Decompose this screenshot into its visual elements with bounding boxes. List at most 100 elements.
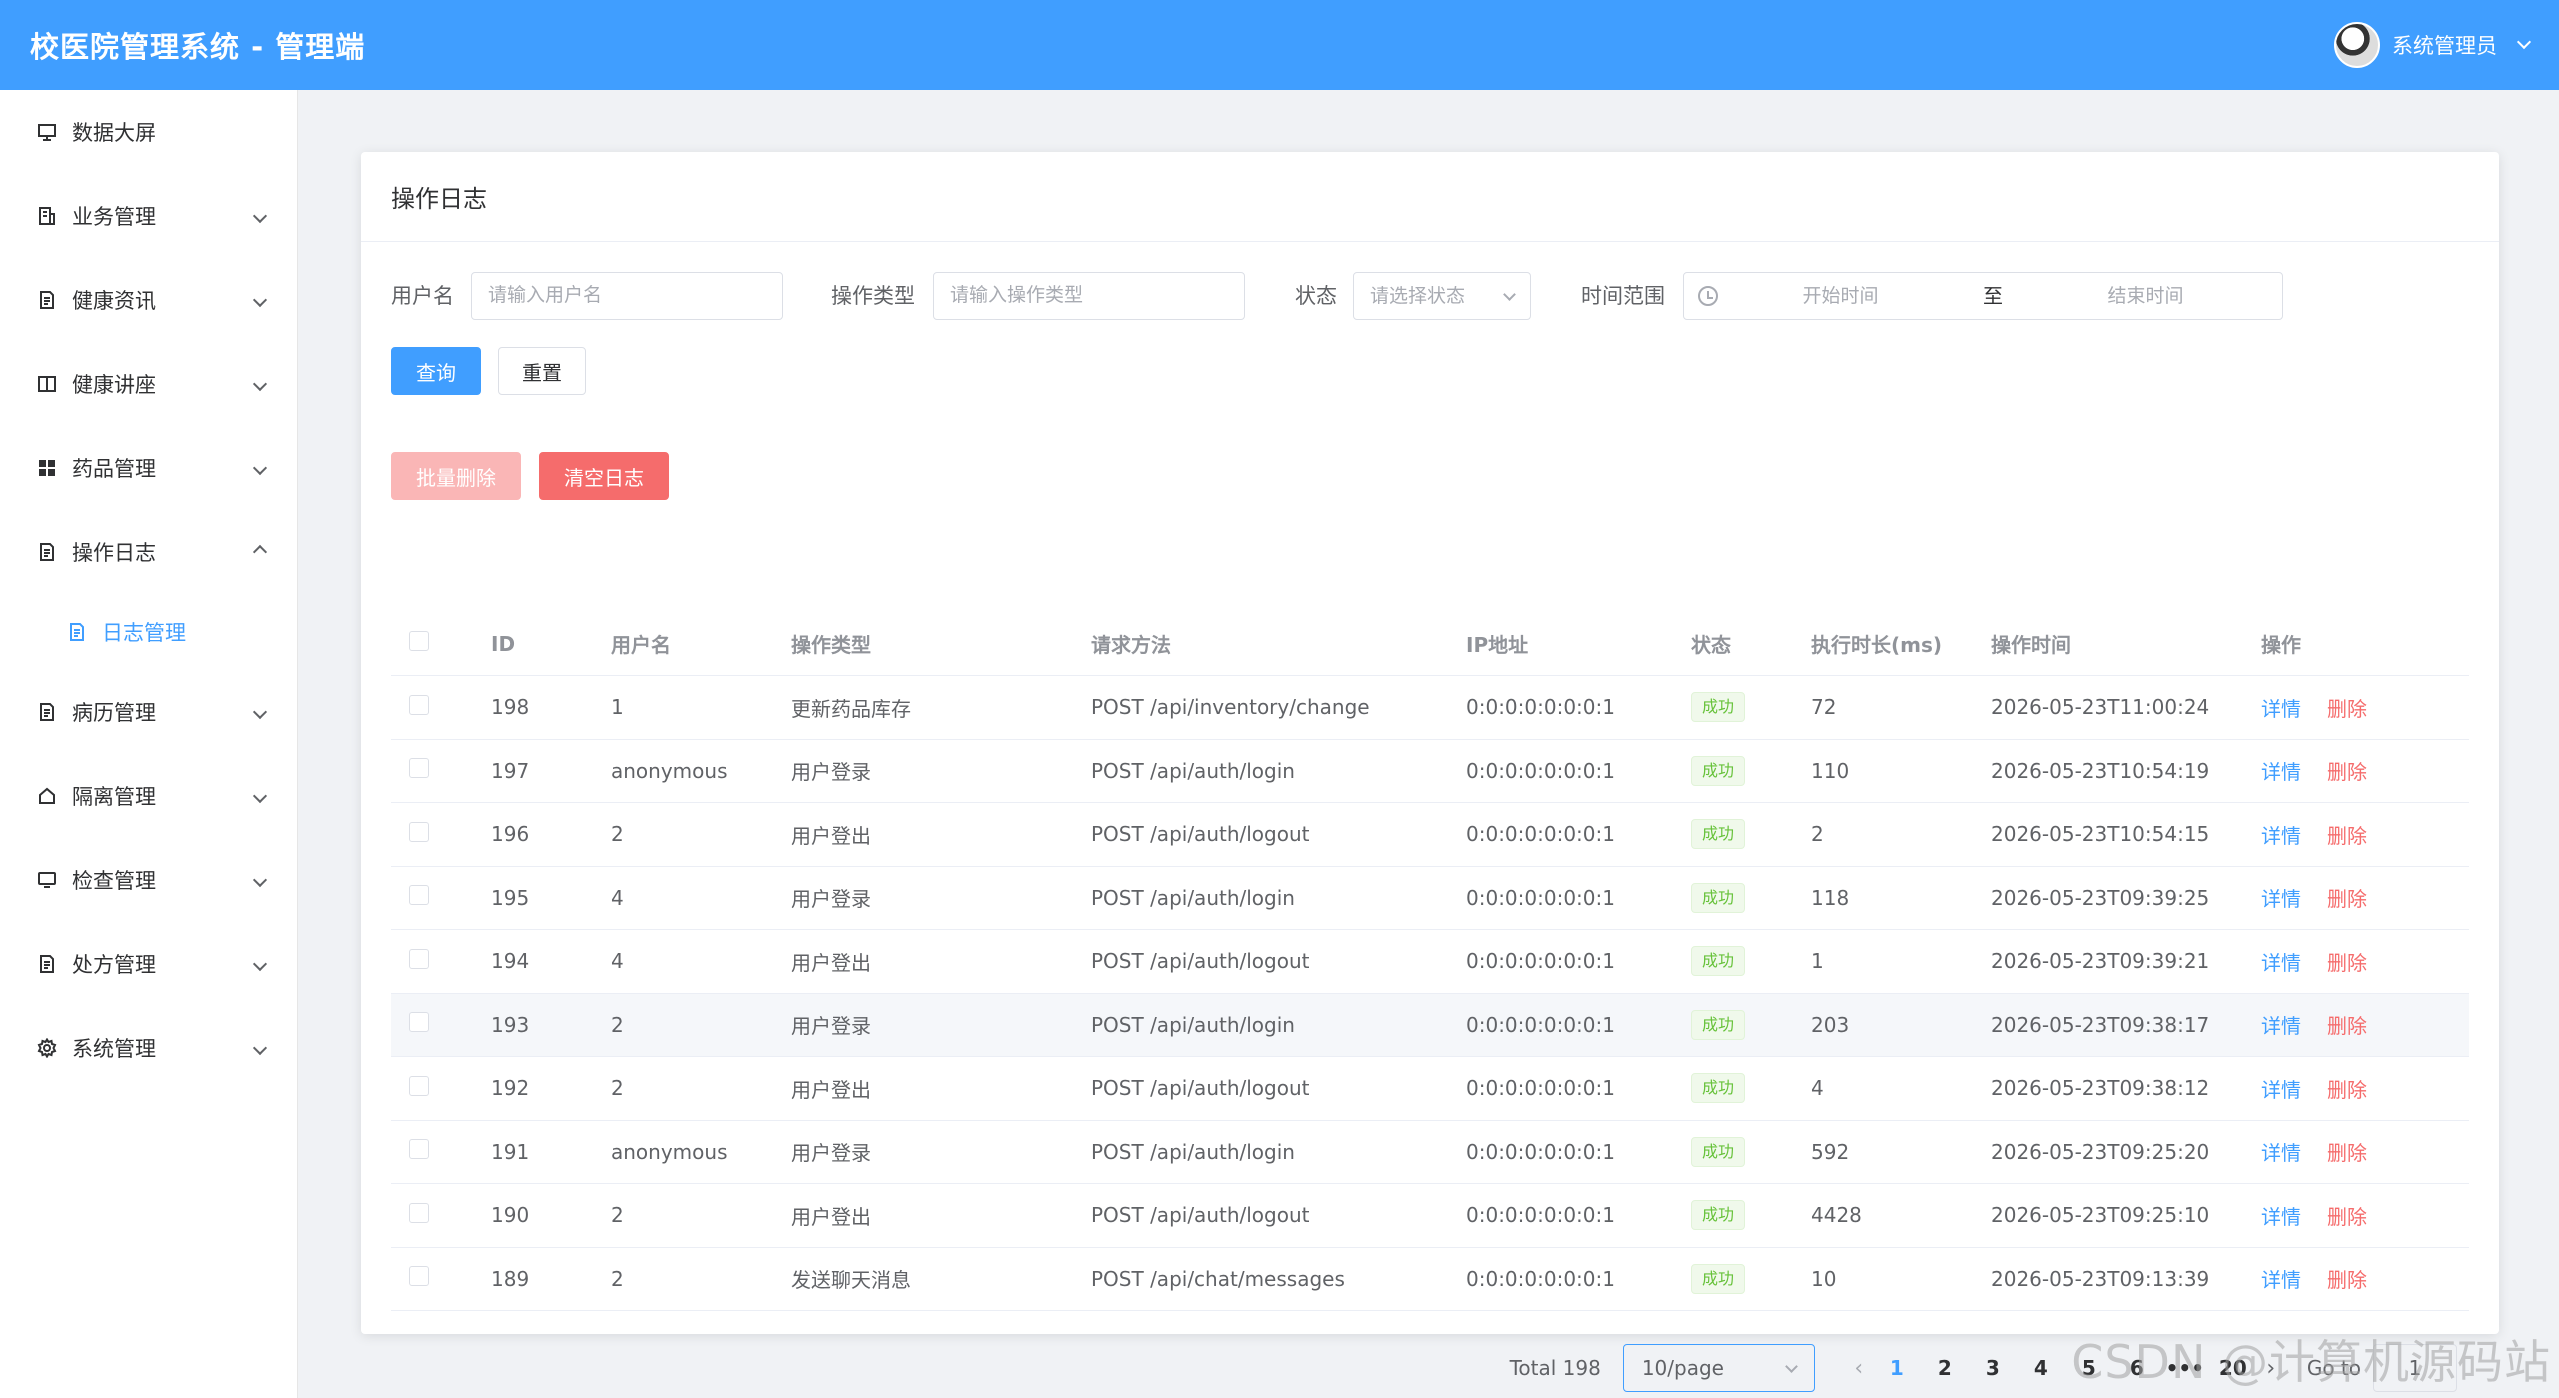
status-badge: 成功 <box>1691 1200 1746 1231</box>
detail-link[interactable]: 详情 <box>2261 1078 2301 1102</box>
col-header-ops: 操作 <box>2261 633 2301 657</box>
search-button[interactable]: 查询 <box>391 347 481 395</box>
sidebar-item-0[interactable]: 数据大屏 <box>0 90 297 174</box>
table-row[interactable]: 193 2 用户登录 POST /api/auth/login 0:0:0:0:0:0:… <box>391 993 2469 1057</box>
row-select-cell <box>391 694 491 720</box>
sidebar-item-8[interactable]: 检查管理 <box>0 838 297 922</box>
status-badge: 成功 <box>1691 1136 1746 1167</box>
sidebar-item-10[interactable]: 系统管理 <box>0 1006 297 1090</box>
sidebar-item-label: 病历管理 <box>72 701 156 725</box>
cell-user: 2 <box>611 1076 624 1101</box>
date-range-picker[interactable]: 开始时间 至 结束时间 <box>1683 272 2283 320</box>
table-row[interactable]: 198 1 更新药品库存 POST /api/inventory/change 0:0:… <box>391 676 2469 740</box>
table-row[interactable]: 194 4 用户登出 POST /api/auth/logout 0:0:0:0:0:0… <box>391 930 2469 994</box>
select-all-checkbox[interactable] <box>409 631 429 651</box>
page-number[interactable]: 1 <box>1873 1356 1921 1380</box>
row-checkbox[interactable] <box>409 1202 429 1223</box>
table-row[interactable]: 190 2 用户登出 POST /api/auth/logout 0:0:0:0:0:0… <box>391 1184 2469 1248</box>
user-name[interactable]: 系统管理员 <box>2392 30 2497 60</box>
sidebar-item-3[interactable]: 健康讲座 <box>0 342 297 426</box>
status-select[interactable]: 请选择状态 <box>1353 272 1531 320</box>
detail-link[interactable]: 详情 <box>2261 1268 2301 1292</box>
detail-link[interactable]: 详情 <box>2261 951 2301 975</box>
delete-link[interactable]: 删除 <box>2327 1268 2367 1292</box>
user-menu[interactable]: 系统管理员 <box>2334 22 2532 68</box>
row-checkbox[interactable] <box>409 1075 429 1096</box>
status-badge: 成功 <box>1691 1263 1746 1294</box>
watermark: CSDN @计算机源码站 <box>2071 1335 2551 1389</box>
detail-link[interactable]: 详情 <box>2261 887 2301 911</box>
delete-link[interactable]: 删除 <box>2327 1014 2367 1038</box>
prev-page-icon[interactable]: ‹ <box>1845 1356 1873 1381</box>
table-row[interactable]: 191 anonymous 用户登录 POST /api/auth/login 0:0:… <box>391 1121 2469 1184</box>
chevron-down-icon <box>252 872 268 888</box>
row-checkbox[interactable] <box>409 1139 429 1160</box>
table-row[interactable]: 192 2 用户登出 POST /api/auth/logout 0:0:0:0:0:0… <box>391 1057 2469 1121</box>
avatar[interactable] <box>2334 22 2380 68</box>
row-checkbox[interactable] <box>409 948 429 969</box>
table-row[interactable]: 196 2 用户登出 POST /api/auth/logout 0:0:0:0:0:0… <box>391 803 2469 867</box>
row-checkbox[interactable] <box>409 821 429 842</box>
sidebar-item-2[interactable]: 健康资讯 <box>0 258 297 342</box>
detail-link[interactable]: 详情 <box>2261 697 2301 721</box>
detail-link[interactable]: 详情 <box>2261 1205 2301 1229</box>
sidebar-item-4[interactable]: 药品管理 <box>0 426 297 510</box>
page-number[interactable]: 4 <box>2017 1356 2065 1380</box>
batch-delete-button[interactable]: 批量删除 <box>391 452 521 500</box>
optype-input[interactable] <box>933 272 1245 320</box>
row-select-cell <box>391 821 491 847</box>
username-input[interactable] <box>471 272 783 320</box>
page-number[interactable]: 2 <box>1921 1356 1969 1380</box>
chevron-down-icon[interactable] <box>2516 34 2532 50</box>
table-row[interactable]: 195 4 用户登录 POST /api/auth/login 0:0:0:0:0:0:… <box>391 867 2469 930</box>
detail-link[interactable]: 详情 <box>2261 1014 2301 1038</box>
table-row[interactable]: 197 anonymous 用户登录 POST /api/auth/login 0:0:… <box>391 740 2469 803</box>
sidebar-item-9[interactable]: 处方管理 <box>0 922 297 1006</box>
delete-link[interactable]: 删除 <box>2327 697 2367 721</box>
cell-method: POST /api/auth/logout <box>1091 1203 1310 1228</box>
detail-link[interactable]: 详情 <box>2261 824 2301 848</box>
delete-link[interactable]: 删除 <box>2327 1078 2367 1102</box>
sidebar-item-7[interactable]: 隔离管理 <box>0 754 297 838</box>
chevron-down-icon <box>252 704 268 720</box>
sidebar-item-5[interactable]: 操作日志 <box>0 510 297 594</box>
cell-status: 成功 <box>1691 946 1811 977</box>
row-checkbox[interactable] <box>409 885 429 906</box>
sidebar-item-1[interactable]: 业务管理 <box>0 174 297 258</box>
row-checkbox[interactable] <box>409 1266 429 1287</box>
row-checkbox[interactable] <box>409 1012 429 1033</box>
reset-button[interactable]: 重置 <box>498 347 586 395</box>
cell-user: 2 <box>611 1012 624 1037</box>
cell-status: 成功 <box>1691 1200 1811 1231</box>
delete-link[interactable]: 删除 <box>2327 1141 2367 1165</box>
delete-link[interactable]: 删除 <box>2327 760 2367 784</box>
sidebar-item-label: 检查管理 <box>72 869 156 893</box>
detail-link[interactable]: 详情 <box>2261 760 2301 784</box>
delete-link[interactable]: 删除 <box>2327 824 2367 848</box>
clear-logs-button[interactable]: 清空日志 <box>539 452 669 500</box>
chevron-down-icon <box>252 788 268 804</box>
status-badge: 成功 <box>1691 692 1746 723</box>
row-select-cell <box>391 1202 491 1228</box>
status-label: 状态 <box>1295 284 1337 308</box>
delete-link[interactable]: 删除 <box>2327 1205 2367 1229</box>
cell-time: 2026-05-23T09:39:21 <box>1991 949 2210 974</box>
sidebar-item-6[interactable]: 病历管理 <box>0 670 297 754</box>
cell-ops: 详情 删除 <box>2261 1010 2469 1039</box>
row-checkbox[interactable] <box>409 694 429 715</box>
range-end[interactable]: 结束时间 <box>2023 273 2268 319</box>
row-checkbox[interactable] <box>409 758 429 779</box>
table-row[interactable]: 189 2 发送聊天消息 POST /api/chat/messages 0:0:0:0… <box>391 1248 2469 1311</box>
row-select-cell <box>391 948 491 974</box>
page-number[interactable]: 3 <box>1969 1356 2017 1380</box>
document-icon <box>66 621 88 643</box>
chevron-down-icon <box>1503 287 1516 301</box>
page-size-select[interactable]: 10/page <box>1622 1344 1815 1392</box>
col-header-ip: IP地址 <box>1466 633 1529 657</box>
range-start[interactable]: 开始时间 <box>1718 273 1963 319</box>
sidebar-subitem-log-management[interactable]: 日志管理 <box>0 594 297 670</box>
detail-link[interactable]: 详情 <box>2261 1141 2301 1165</box>
status-badge: 成功 <box>1691 755 1746 786</box>
delete-link[interactable]: 删除 <box>2327 887 2367 911</box>
delete-link[interactable]: 删除 <box>2327 951 2367 975</box>
